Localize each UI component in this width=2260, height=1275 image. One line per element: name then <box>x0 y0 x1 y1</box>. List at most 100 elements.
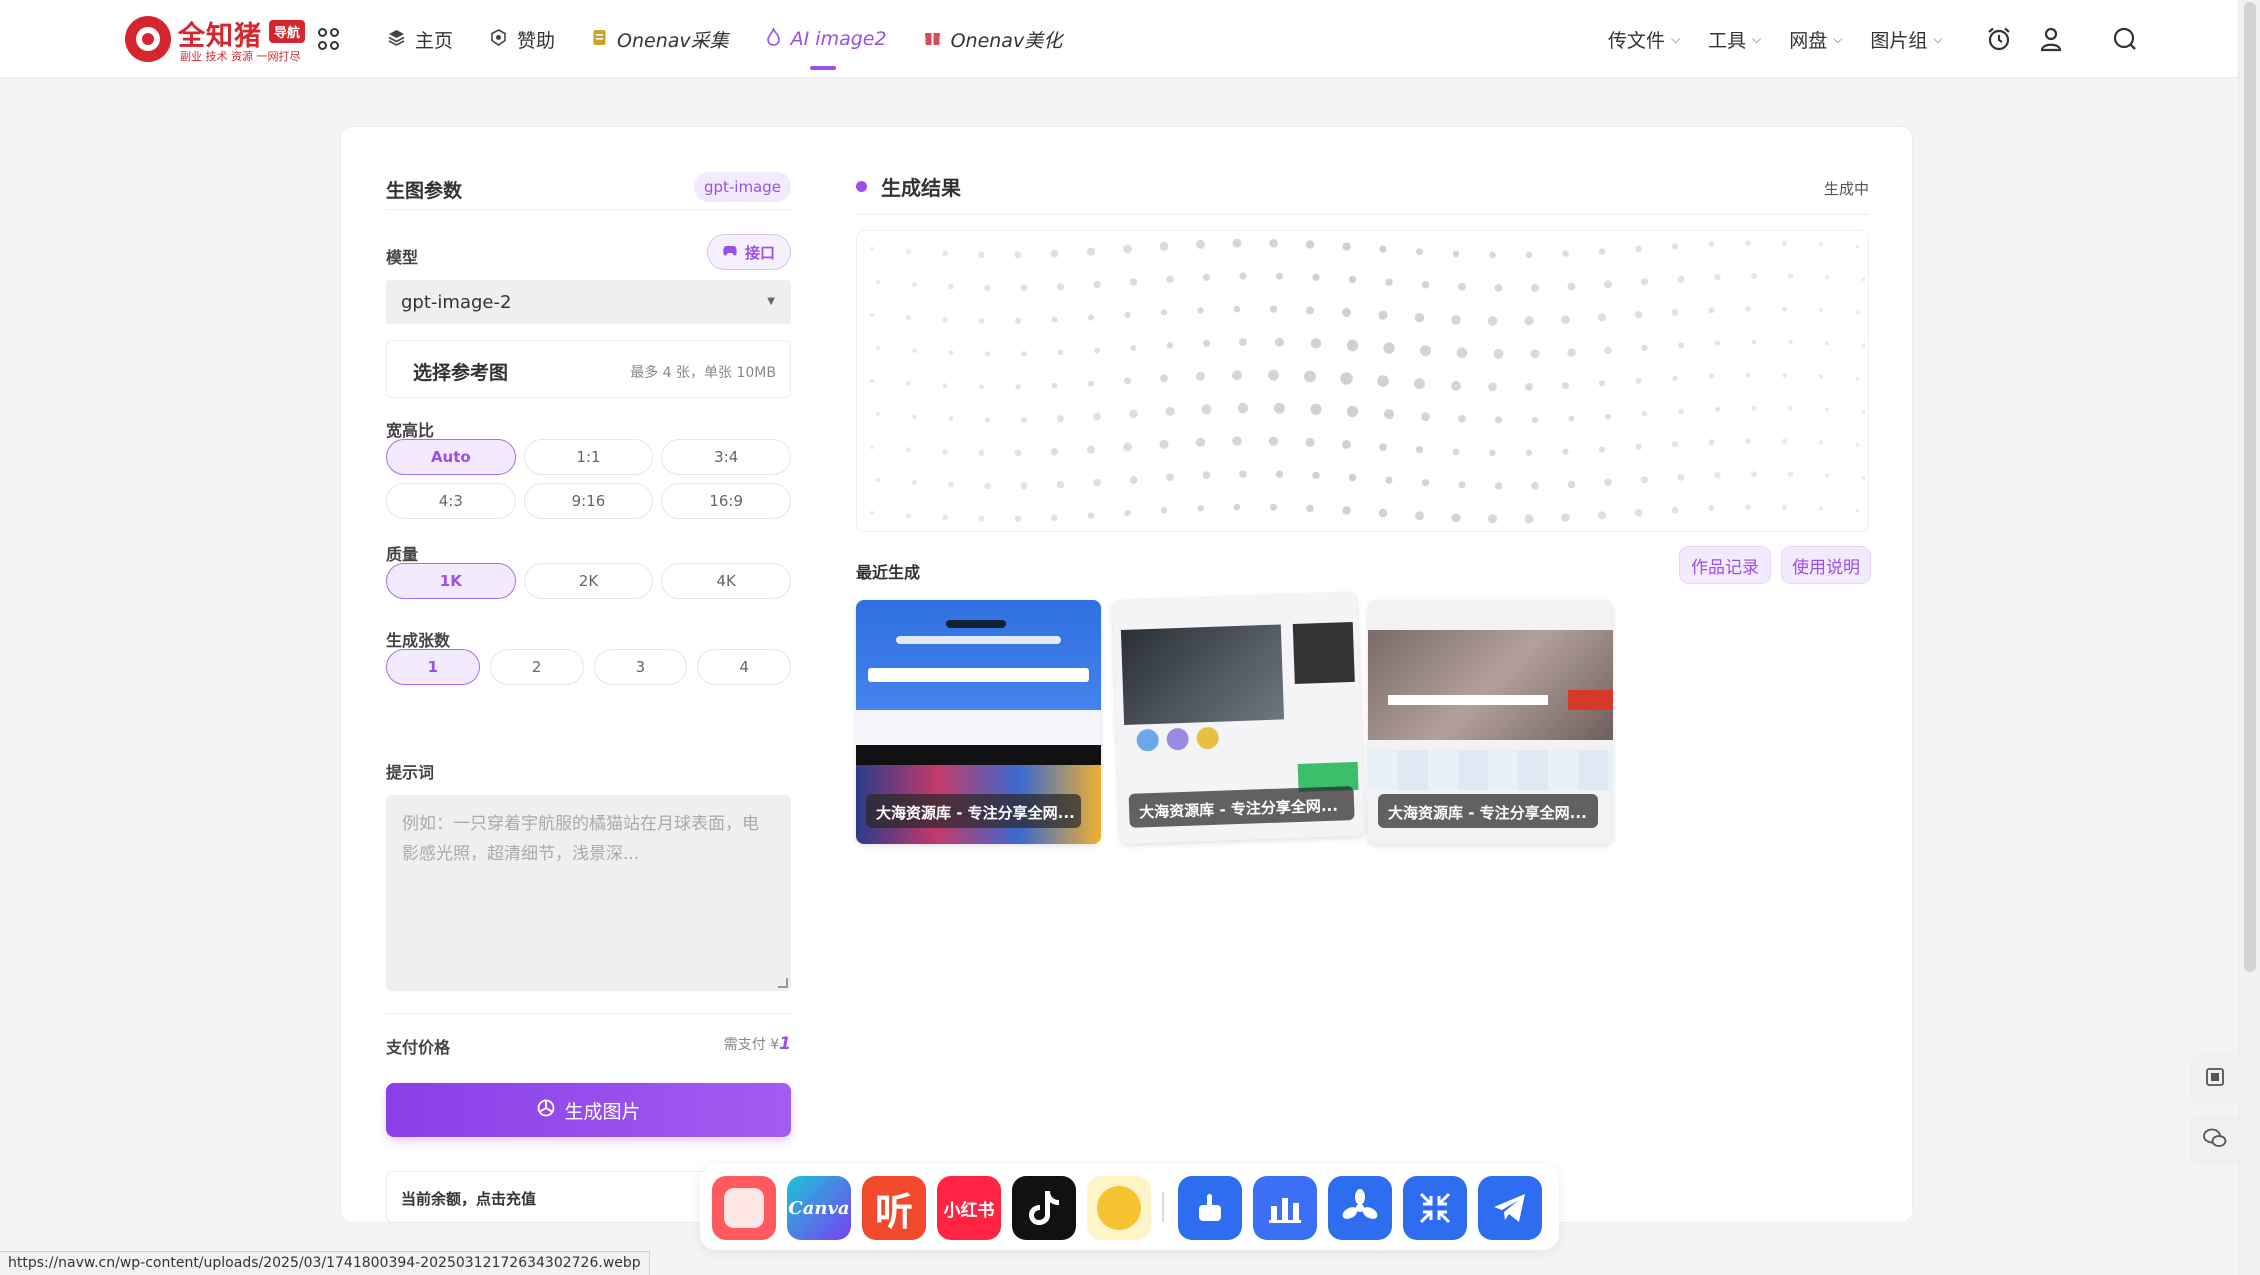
gift-icon <box>924 29 941 50</box>
quality-option[interactable]: 2K <box>523 563 654 599</box>
resize-handle[interactable] <box>778 978 788 988</box>
nav-item-upload-file[interactable]: 传文件 ⌵ <box>1608 26 1680 53</box>
apps-grid-icon[interactable] <box>318 28 340 50</box>
logo-mark-icon <box>125 16 171 62</box>
site-logo[interactable]: 全知猪 导航 副业 技术 资源 一网打尽 <box>125 14 345 64</box>
api-button[interactable]: 接口 <box>707 234 791 270</box>
loading-dot <box>1197 307 1204 314</box>
loading-dot <box>1051 316 1058 323</box>
recent-thumbnail[interactable]: 大海资源库 - 专注分享全网... <box>1111 591 1366 845</box>
loading-dot <box>1604 346 1612 355</box>
loading-dot <box>906 381 911 386</box>
page-scrollbar[interactable] <box>2238 0 2260 1275</box>
loading-dot <box>1270 503 1277 511</box>
loading-dot <box>1597 313 1607 322</box>
ratio-option[interactable]: 16:9 <box>661 483 791 519</box>
loading-dot <box>906 447 911 452</box>
loading-dot <box>979 384 984 390</box>
nav-item-tools[interactable]: 工具 ⌵ <box>1708 26 1761 53</box>
logo-subtitle: 副业 技术 资源 一网打尽 <box>180 50 301 63</box>
generate-button[interactable]: 生成图片 <box>386 1083 791 1137</box>
nav-item-onenav-beautify[interactable]: Onenav美化 <box>924 0 1062 78</box>
openai-icon <box>536 1098 556 1123</box>
prompt-placeholder: 例如：一只穿着宇航服的橘猫站在月球表面，电影感光照，超清细节，浅景深... <box>402 814 759 864</box>
count-option[interactable]: 3 <box>593 649 688 685</box>
records-button[interactable]: 作品记录 <box>1679 546 1771 584</box>
xiaohongshu-icon[interactable]: 小红书 <box>937 1176 1001 1240</box>
nav-item-image-group[interactable]: 图片组 ⌵ <box>1870 26 1942 53</box>
loading-dot <box>1056 283 1065 291</box>
nav-item-ai-image2[interactable]: AI image2 <box>766 0 887 78</box>
nav-item-netdisk[interactable]: 网盘 ⌵ <box>1789 26 1842 53</box>
generation-canvas <box>856 230 1869 532</box>
tiktok-icon[interactable] <box>1012 1176 1076 1240</box>
loading-dot <box>1751 405 1757 411</box>
telegram-icon[interactable] <box>1478 1176 1542 1240</box>
loading-dot <box>1056 481 1065 489</box>
loading-dot <box>1342 506 1351 515</box>
help-button[interactable]: 使用说明 <box>1781 546 1871 584</box>
count-option[interactable]: 1 <box>386 649 480 685</box>
alarm-clock-icon[interactable] <box>1985 25 2013 53</box>
loading-dot <box>1708 241 1715 248</box>
loading-dot <box>1093 478 1101 487</box>
ratio-option[interactable]: 3:4 <box>661 439 791 475</box>
app-red-icon[interactable] <box>712 1176 776 1240</box>
loading-dot <box>1494 284 1503 292</box>
ratio-option[interactable]: 4:3 <box>386 483 516 519</box>
user-icon[interactable] <box>2037 25 2065 53</box>
wechat-button[interactable] <box>2190 1115 2240 1165</box>
caret-down-icon: ▼ <box>767 296 775 307</box>
side-float-button[interactable] <box>2190 1054 2240 1104</box>
prompt-textarea[interactable]: 例如：一只穿着宇航服的橘猫站在月球表面，电影感光照，超清细节，浅景深... <box>386 795 791 991</box>
recent-thumbnail[interactable]: 大海资源库 - 专注分享全网... <box>856 600 1101 844</box>
recent-title: 最近生成 <box>856 563 921 582</box>
loading-dot <box>1487 514 1498 524</box>
loading-dot <box>1824 341 1830 346</box>
loading-dot <box>1160 309 1168 316</box>
nav-label: 图片组 <box>1870 29 1928 52</box>
recent-thumbnail[interactable]: 大海资源库 - 专注分享全网... <box>1368 600 1613 844</box>
loading-dot <box>1787 273 1794 279</box>
canva-icon[interactable]: Canva <box>787 1176 851 1240</box>
chart-icon[interactable] <box>1253 1176 1317 1240</box>
count-option[interactable]: 2 <box>489 649 584 685</box>
hand-icon[interactable] <box>1178 1176 1242 1240</box>
ratio-option[interactable]: 9:16 <box>523 483 654 519</box>
ratio-option[interactable]: Auto <box>386 439 516 475</box>
loading-dot <box>1751 339 1757 345</box>
compress-icon[interactable] <box>1403 1176 1467 1240</box>
loading-dot <box>1861 343 1866 348</box>
loading-dot <box>1751 471 1757 477</box>
search-icon[interactable] <box>2111 25 2139 53</box>
cartoon-icon[interactable] <box>1087 1176 1151 1240</box>
reference-image-picker[interactable]: 选择参考图 最多 4 张，单张 10MB <box>386 340 791 398</box>
flame-icon <box>766 26 781 50</box>
nav-item-onenav-collect[interactable]: Onenav采集 <box>592 0 729 78</box>
model-select[interactable]: gpt-image-2 ▼ <box>386 280 791 324</box>
quality-option[interactable]: 4K <box>661 563 791 599</box>
result-title: 生成结果 <box>881 176 961 200</box>
loading-dot <box>984 417 991 423</box>
loading-dot <box>1275 337 1284 347</box>
loading-dot <box>1531 416 1539 423</box>
nav-label: 网盘 <box>1789 29 1828 52</box>
ratio-option[interactable]: 1:1 <box>523 439 654 475</box>
nav-item-home[interactable]: 主页 <box>388 0 453 78</box>
quality-option[interactable]: 1K <box>386 563 516 599</box>
pinwheel-icon[interactable] <box>1328 1176 1392 1240</box>
count-options: 1 2 3 4 <box>386 649 791 685</box>
loading-dot <box>1494 482 1503 490</box>
loading-dot <box>1269 305 1278 313</box>
loading-dot <box>1458 414 1466 423</box>
scrollbar-thumb[interactable] <box>2244 2 2256 972</box>
loading-dot <box>912 414 917 419</box>
nav-item-sponsor[interactable]: 赞助 <box>490 0 555 78</box>
loading-dot <box>942 383 948 389</box>
quality-options: 1K 2K 4K <box>386 563 791 599</box>
loading-dot <box>1525 251 1533 259</box>
loading-dot <box>1531 283 1539 292</box>
count-option[interactable]: 4 <box>697 649 791 685</box>
loading-dot <box>1788 339 1793 345</box>
ting-icon[interactable]: 听 <box>862 1176 926 1240</box>
